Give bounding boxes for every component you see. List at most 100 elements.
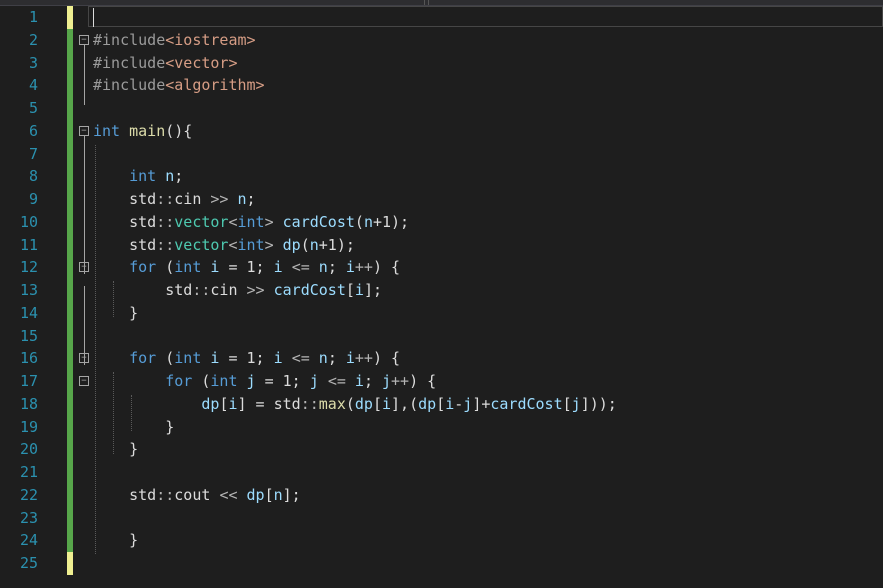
code-token: } xyxy=(93,417,175,436)
code-token: vector xyxy=(174,212,229,231)
code-token: int xyxy=(129,167,157,186)
fold-region-line xyxy=(84,285,85,366)
code-line[interactable]: 22 std::cout << dp[n]; xyxy=(0,483,883,507)
code-token: ] = std xyxy=(237,394,301,413)
code-line[interactable]: 25 xyxy=(0,552,883,575)
code-token: <= xyxy=(291,349,310,368)
code-token: :: xyxy=(300,394,319,413)
code-text: dp[i] = std::max(dp[i],(dp[i-j]+cardCost… xyxy=(93,393,616,416)
code-line[interactable]: 4 #include<algorithm> xyxy=(0,74,883,97)
code-line[interactable]: 23 xyxy=(0,506,883,530)
code-text: std::cout << dp[n]; xyxy=(93,484,301,507)
change-marker xyxy=(67,506,73,530)
change-marker xyxy=(67,301,73,325)
code-token: j xyxy=(571,394,581,413)
change-marker xyxy=(67,415,73,439)
code-token: i xyxy=(273,349,283,368)
code-line[interactable]: 7 xyxy=(0,142,883,166)
code-token: (){ xyxy=(165,121,193,140)
change-marker xyxy=(67,370,73,393)
line-number: 1 xyxy=(28,8,38,26)
code-token: n xyxy=(165,167,175,186)
code-token: dp xyxy=(246,485,265,504)
code-line[interactable]: 16 for (int i = 1; i <= n; i++) { xyxy=(0,347,883,370)
code-token: cout xyxy=(174,485,220,504)
code-token: ],( xyxy=(391,394,419,413)
indent-guide xyxy=(95,144,96,554)
code-line[interactable]: 24 } xyxy=(0,529,883,552)
code-line[interactable]: 13 std::cin >> cardCost[i]; xyxy=(0,279,883,302)
code-line[interactable]: 3 #include<vector> xyxy=(0,51,883,75)
code-line[interactable]: 18 dp[i] = std::max(dp[i],(dp[i-j]+cardC… xyxy=(0,392,883,416)
indent-guide xyxy=(113,281,115,318)
code-token: +1); xyxy=(372,212,410,231)
code-token: #include xyxy=(93,53,166,72)
line-number: 19 xyxy=(19,417,38,436)
tab-separator xyxy=(428,0,429,5)
change-marker xyxy=(67,6,73,29)
code-token: cin xyxy=(174,190,211,208)
code-line[interactable]: 11 std::vector<int> dp(n+1); xyxy=(0,233,883,257)
line-number: 9 xyxy=(28,190,38,208)
text-caret xyxy=(93,8,94,27)
code-line[interactable]: 6 int main(){ xyxy=(0,119,883,143)
code-token: for xyxy=(129,258,157,277)
code-line[interactable]: 19 } xyxy=(0,415,883,439)
code-token: ) { xyxy=(372,258,401,277)
code-text: } xyxy=(93,302,138,325)
code-token: <algorithm> xyxy=(165,76,265,95)
code-token: cardCost xyxy=(282,212,355,231)
code-token: int xyxy=(174,349,202,368)
code-token: [ xyxy=(345,281,355,299)
code-token: > xyxy=(264,235,274,254)
code-token: std xyxy=(93,212,157,231)
code-token: ; xyxy=(327,258,346,277)
code-token: ( xyxy=(156,258,175,277)
collapse-toggle-icon[interactable]: − xyxy=(79,376,89,386)
code-token: std xyxy=(93,235,157,254)
change-marker xyxy=(67,142,73,166)
collapse-toggle-icon[interactable]: − xyxy=(79,34,89,45)
code-line[interactable]: 20 } xyxy=(0,438,883,461)
code-text: } xyxy=(93,529,138,552)
change-marker xyxy=(67,529,73,552)
line-number: 17 xyxy=(19,372,38,390)
change-marker xyxy=(67,28,73,52)
code-token: i xyxy=(445,394,455,413)
code-line[interactable]: 8 int n; xyxy=(0,165,883,188)
line-number: 2 xyxy=(28,30,38,49)
code-token: int xyxy=(174,258,202,277)
change-marker xyxy=(67,347,73,370)
code-editor[interactable]: 1 2 #include<iostream> 3 #include<vector> 4 #i… xyxy=(0,6,883,588)
code-token: ) { xyxy=(372,349,401,368)
indent-guide xyxy=(131,394,133,432)
change-marker xyxy=(67,97,73,120)
change-marker xyxy=(67,461,73,484)
code-line[interactable]: 15 xyxy=(0,324,883,348)
code-line[interactable]: 12 for (int i = 1; i <= n; i++) { xyxy=(0,256,883,279)
code-token: ) { xyxy=(409,372,437,390)
code-token: ( xyxy=(300,235,310,254)
code-token: j xyxy=(246,372,256,390)
code-token: = 1; xyxy=(219,349,274,368)
code-line[interactable]: 17 for (int j = 1; j <= i; j++) { xyxy=(0,370,883,393)
code-line[interactable]: 14 } xyxy=(0,301,883,325)
code-line[interactable]: 9 std::cin >> n; xyxy=(0,188,883,211)
code-token: ; xyxy=(246,190,256,208)
indent-guide xyxy=(113,372,115,454)
code-token: dp xyxy=(354,394,373,413)
code-line[interactable]: 5 xyxy=(0,97,883,120)
code-line[interactable]: 2 #include<iostream> xyxy=(0,28,883,52)
code-text: int n; xyxy=(93,165,183,188)
code-line[interactable]: 10 std::vector<int> cardCost(n+1); xyxy=(0,210,883,234)
collapse-toggle-icon[interactable]: − xyxy=(79,125,89,136)
code-text: std::cin >> n; xyxy=(93,188,256,211)
code-line[interactable]: 21 xyxy=(0,461,883,484)
code-token: cin xyxy=(210,281,247,299)
